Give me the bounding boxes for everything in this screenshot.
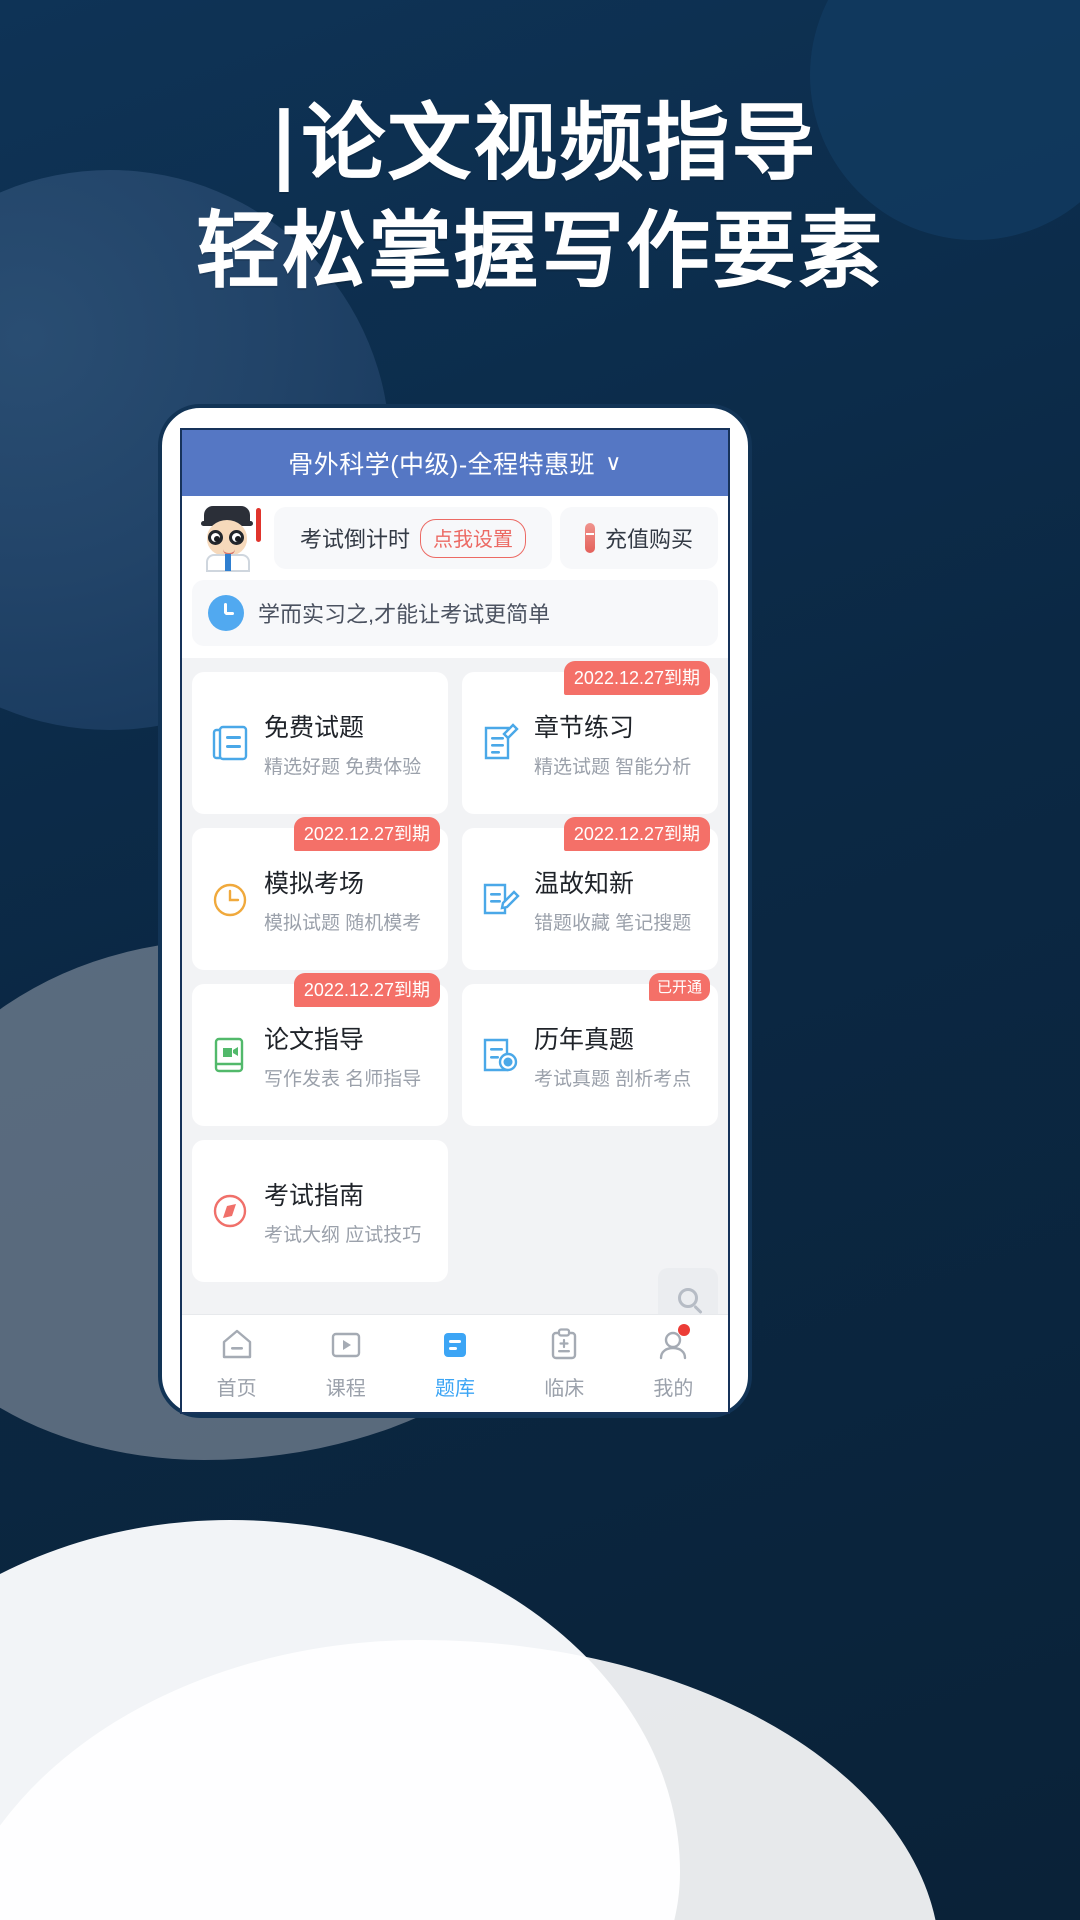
mock-exam-icon: [208, 877, 252, 921]
feature-card-chapter-practice[interactable]: 2022.12.27到期 章节练习 精选试题 智能分析: [462, 661, 718, 814]
status-badge: 已开通: [648, 973, 710, 1001]
recharge-label: 充值购买: [604, 527, 693, 552]
tab-home[interactable]: 首页: [182, 1326, 291, 1401]
avatar-glasses-left: [208, 530, 223, 545]
feature-card-review[interactable]: 2022.12.27到期 温故知新 错题收藏 笔记搜题: [462, 817, 718, 970]
free-questions-icon: [208, 721, 252, 765]
avatar-glasses-right: [229, 530, 244, 545]
expiry-badge: 2022.12.27到期: [563, 661, 710, 695]
card-title: 模拟考场: [264, 869, 365, 898]
feature-card-thesis-guidance[interactable]: 2022.12.27到期 论文指导 写作发表 名师指导: [192, 973, 448, 1126]
clipboard-icon: [545, 1326, 583, 1364]
question-bank-icon: [436, 1326, 474, 1364]
app-screen: 骨外科学(中级)-全程特惠班 ∨ 考试倒计时 点我设置 充值购买 学而实习之,才…: [180, 428, 730, 1414]
clock-icon: [208, 595, 244, 631]
headline-line-2: 轻松掌握写作要素: [195, 202, 884, 301]
card-title: 章节练习: [534, 713, 635, 742]
feature-card-free-questions[interactable]: 免费试题 精选好题 免费体验: [192, 672, 448, 814]
course-title: 骨外科学(中级)-全程特惠班: [288, 451, 596, 479]
tab-label: 临床: [544, 1378, 585, 1400]
card-title: 历年真题: [534, 1025, 635, 1054]
card-title: 论文指导: [264, 1025, 365, 1054]
app-header[interactable]: 骨外科学(中级)-全程特惠班 ∨: [182, 430, 728, 496]
card-subtitle: 写作发表 名师指导: [264, 1068, 422, 1090]
headline-line-1: |论文视频指导: [268, 94, 818, 192]
poster-headline: |论文视频指导 轻松掌握写作要素: [0, 96, 1080, 298]
exam-guide-icon: [208, 1189, 252, 1233]
card-subtitle: 精选好题 免费体验: [264, 756, 422, 778]
avatar-tie: [225, 554, 231, 571]
tab-clinical[interactable]: 临床: [510, 1326, 619, 1401]
countdown-label: 考试倒计时: [299, 527, 410, 552]
home-icon: [218, 1326, 256, 1364]
notice-banner[interactable]: 学而实习之,才能让考试更简单: [192, 580, 718, 646]
recharge-buy-button[interactable]: 充值购买: [560, 507, 718, 569]
tab-label: 首页: [216, 1378, 257, 1400]
countdown-row: 考试倒计时 点我设置 充值购买: [182, 496, 728, 578]
card-subtitle: 考试真题 剖析考点: [534, 1068, 692, 1090]
search-icon: [678, 1288, 698, 1308]
search-fab-button[interactable]: [658, 1268, 718, 1314]
card-title: 免费试题: [264, 713, 365, 742]
feature-grid-container: 免费试题 精选好题 免费体验 2022.12.27到期 章节练习 精选试题 智能…: [182, 658, 728, 1314]
card-title: 温故知新: [534, 869, 635, 898]
chapter-practice-icon: [478, 721, 522, 765]
phone-mockup: 骨外科学(中级)-全程特惠班 ∨ 考试倒计时 点我设置 充值购买 学而实习之,才…: [158, 404, 752, 1418]
expiry-badge: 2022.12.27到期: [293, 973, 440, 1007]
avatar-tassel: [256, 508, 261, 542]
feature-card-exam-guide[interactable]: 考试指南 考试大纲 应试技巧: [192, 1140, 448, 1282]
thesis-guidance-icon: [208, 1033, 252, 1077]
expiry-badge: 2022.12.27到期: [563, 817, 710, 851]
tab-question-bank[interactable]: 题库: [400, 1326, 509, 1401]
review-icon: [478, 877, 522, 921]
feature-card-mock-exam[interactable]: 2022.12.27到期 模拟考场 模拟试题 随机模考: [192, 817, 448, 970]
set-countdown-pill[interactable]: 点我设置: [420, 518, 526, 558]
card-subtitle: 错题收藏 笔记搜题: [534, 912, 692, 934]
user-icon: [654, 1324, 692, 1364]
tab-label: 课程: [325, 1378, 366, 1400]
feature-card-past-papers[interactable]: 已开通 历年真题 考试真题 剖析考点: [462, 973, 718, 1126]
notice-text: 学而实习之,才能让考试更简单: [258, 602, 551, 627]
course-play-icon: [327, 1326, 365, 1364]
feature-grid: 免费试题 精选好题 免费体验 2022.12.27到期 章节练习 精选试题 智能…: [192, 661, 718, 1282]
card-subtitle: 模拟试题 随机模考: [264, 912, 422, 934]
past-papers-icon: [478, 1033, 522, 1077]
card-subtitle: 精选试题 智能分析: [534, 756, 692, 778]
exam-countdown-button[interactable]: 考试倒计时 点我设置: [274, 507, 552, 569]
bottom-tab-bar: 首页 课程 题库 临床 我的: [182, 1314, 728, 1412]
tab-course[interactable]: 课程: [291, 1326, 400, 1401]
tab-mine[interactable]: 我的: [619, 1324, 728, 1401]
expiry-badge: 2022.12.27到期: [293, 817, 440, 851]
card-title: 考试指南: [264, 1181, 365, 1210]
avatar: [194, 506, 266, 572]
card-subtitle: 考试大纲 应试技巧: [264, 1224, 422, 1246]
chevron-down-icon[interactable]: ∨: [605, 450, 622, 476]
tab-label: 题库: [435, 1378, 475, 1400]
recharge-icon: [584, 523, 595, 553]
tab-label: 我的: [653, 1378, 694, 1400]
